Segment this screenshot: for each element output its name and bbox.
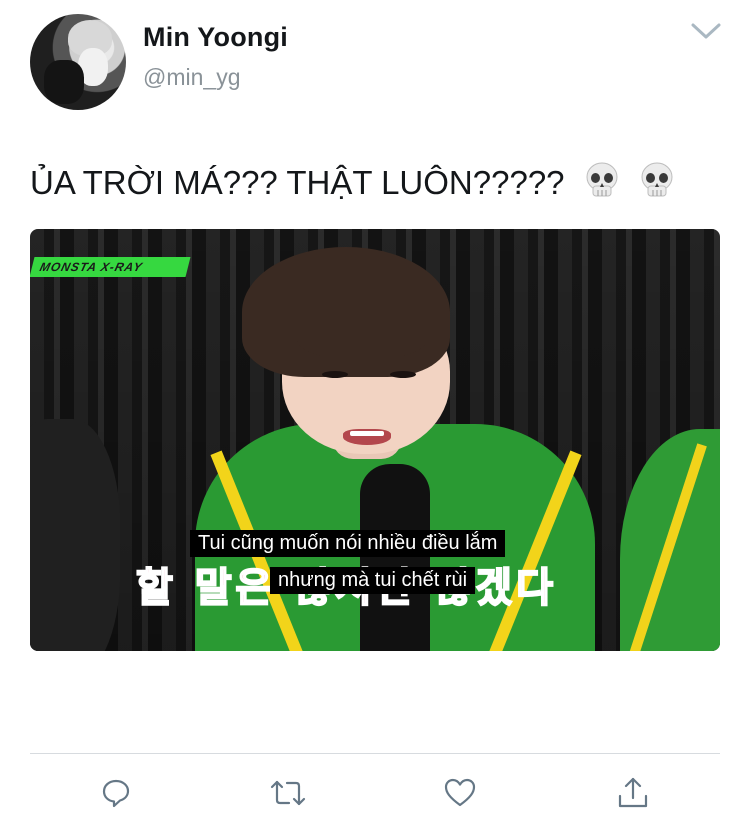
- show-logo: MONSTA X-RAY: [30, 257, 191, 277]
- reply-button[interactable]: [96, 775, 136, 815]
- hair-bangs: [297, 309, 427, 359]
- right-eye: [390, 371, 416, 378]
- subtitle-line-1: Tui cũng muốn nói nhiều điều lắm: [190, 530, 506, 557]
- hair: [242, 247, 450, 377]
- skull-icon: [639, 162, 675, 208]
- author-name[interactable]: Min Yoongi: [143, 22, 288, 53]
- share-button[interactable]: [613, 775, 653, 815]
- like-button[interactable]: [440, 775, 480, 815]
- heart-icon: [443, 777, 477, 814]
- avatar[interactable]: [30, 14, 126, 110]
- tweet-media-image[interactable]: MONSTA X-RAY 할 말은 많지만 않겠다 Tui cũng muốn …: [30, 229, 720, 651]
- left-eye: [322, 371, 348, 378]
- tweet-header: Min Yoongi @min_yg: [30, 14, 722, 114]
- reply-icon: [100, 777, 132, 814]
- retweet-icon: [269, 777, 307, 814]
- left-person: [30, 419, 120, 651]
- chevron-down-icon[interactable]: [690, 20, 722, 42]
- mouth: [343, 429, 391, 445]
- tweet-actions: [0, 775, 750, 821]
- share-icon: [616, 776, 650, 815]
- author-handle[interactable]: @min_yg: [143, 64, 241, 91]
- tweet-text: ỦA TRỜI MÁ??? THẬT LUÔN?????: [30, 162, 675, 208]
- subtitle-line-2: nhưng mà tui chết rùi: [270, 567, 476, 594]
- divider: [30, 753, 720, 754]
- retweet-button[interactable]: [268, 775, 308, 815]
- skull-icon: [584, 162, 620, 208]
- tweet-text-body: ỦA TRỜI MÁ??? THẬT LUÔN?????: [30, 164, 565, 201]
- avatar-hand: [44, 60, 84, 104]
